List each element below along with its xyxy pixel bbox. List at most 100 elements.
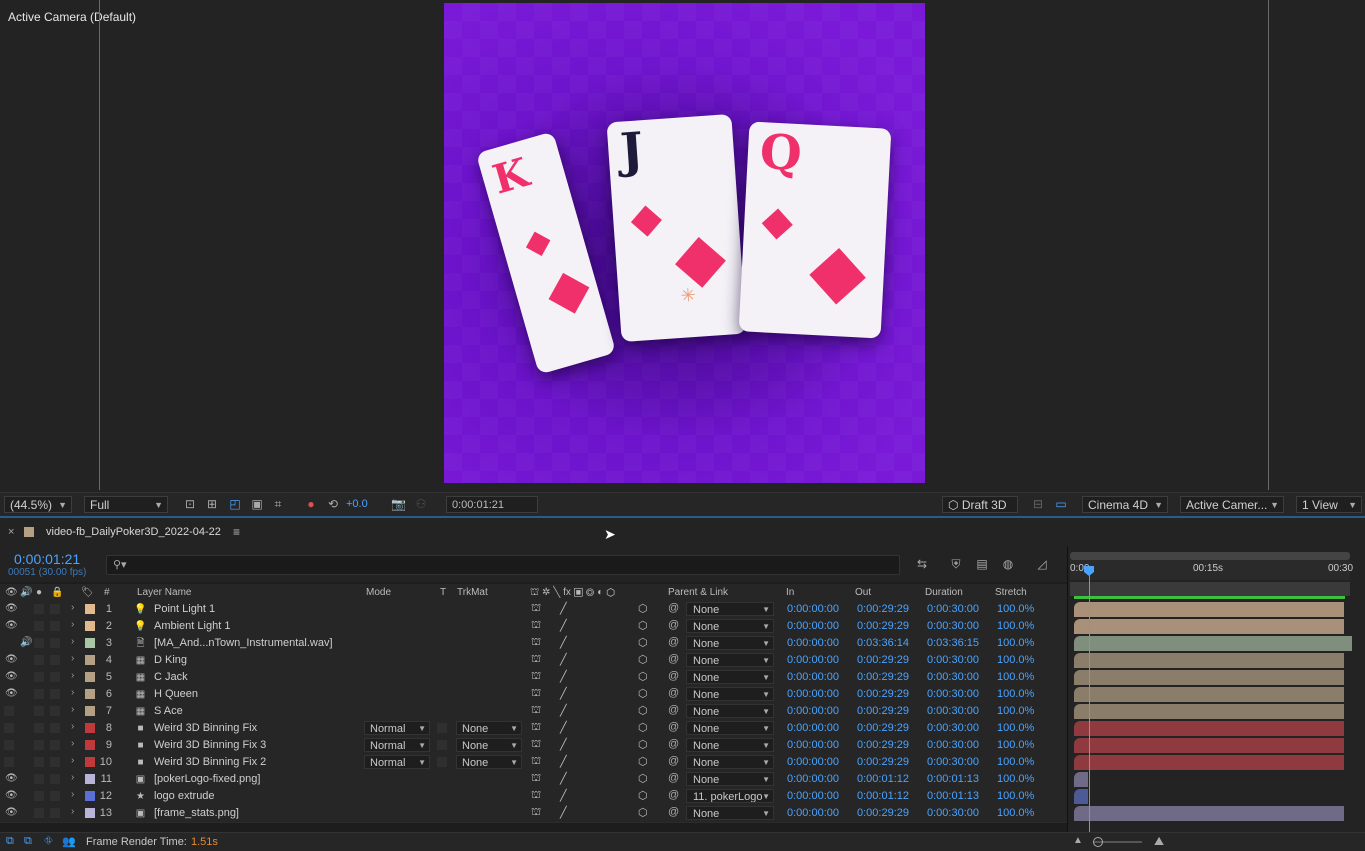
duration-value[interactable]: 0:00:30:00 bbox=[927, 705, 979, 717]
in-point[interactable]: 0:00:00:00 bbox=[787, 773, 839, 785]
graph-editor-icon[interactable]: ◿ bbox=[1035, 557, 1049, 571]
out-point[interactable]: 0:00:29:29 bbox=[857, 722, 909, 734]
3d-layer-switch-icon[interactable]: ⬡ bbox=[638, 670, 648, 683]
parent-dropdown[interactable]: None ▼ bbox=[686, 704, 774, 718]
expand-chevron-icon[interactable]: › bbox=[71, 772, 74, 783]
3d-layer-switch-icon[interactable]: ⬡ bbox=[638, 755, 648, 768]
label-color-swatch[interactable] bbox=[85, 791, 95, 801]
renderer-dropdown[interactable]: Cinema 4D ▼ bbox=[1082, 496, 1168, 513]
solo-toggle[interactable] bbox=[34, 723, 44, 733]
parent-dropdown[interactable]: None ▼ bbox=[686, 738, 774, 752]
quality-switch-icon[interactable]: ╱ bbox=[560, 806, 567, 819]
out-point[interactable]: 0:00:29:29 bbox=[857, 705, 909, 717]
region-of-interest-icon[interactable]: ▣ bbox=[250, 497, 264, 511]
layer-name[interactable]: Weird 3D Binning Fix 3 bbox=[154, 739, 266, 751]
layer-name[interactable]: Point Light 1 bbox=[154, 603, 215, 615]
in-point[interactable]: 0:00:00:00 bbox=[787, 688, 839, 700]
layer-name[interactable]: H Queen bbox=[154, 688, 198, 700]
layer-name[interactable]: Weird 3D Binning Fix bbox=[154, 722, 257, 734]
layer-row[interactable]: 👁 › 4 ▦ D King ⛫ ╱ ⬡ @ None ▼ 0:00:00:00 0:00:29:29 0… bbox=[0, 652, 1067, 670]
eye-icon[interactable]: 👁 bbox=[5, 671, 18, 682]
in-point[interactable]: 0:00:00:00 bbox=[787, 671, 839, 683]
duration-value[interactable]: 0:00:01:13 bbox=[927, 790, 979, 802]
lock-toggle[interactable] bbox=[50, 621, 60, 631]
layer-row[interactable]: › 9 ■ Weird 3D Binning Fix 3 Normal ▼ None ▼ ⛫ ╱ ⬡… bbox=[0, 737, 1067, 755]
duration-value[interactable]: 0:00:30:00 bbox=[927, 654, 979, 666]
lock-toggle[interactable] bbox=[50, 740, 60, 750]
fast-preview-icon[interactable]: ⊡ bbox=[183, 497, 197, 511]
preserve-transparency-toggle[interactable] bbox=[437, 740, 447, 750]
label-color-swatch[interactable] bbox=[85, 672, 95, 682]
switches-icons[interactable]: ⛫ ✲ ╲ fx ▣ ◎ ◐ ⬡ bbox=[530, 587, 615, 600]
quality-switch-icon[interactable]: ╱ bbox=[560, 687, 567, 700]
blend-mode-dropdown[interactable]: Normal ▼ bbox=[364, 721, 430, 735]
layer-search-input[interactable]: ⚲▾ bbox=[106, 555, 900, 575]
reset-exposure-icon[interactable]: ⟲ bbox=[326, 497, 340, 511]
zoom-in-icon[interactable]: ⛰ bbox=[1154, 834, 1164, 849]
out-point[interactable]: 0:00:29:29 bbox=[857, 688, 909, 700]
layer-name[interactable]: [pokerLogo-fixed.png] bbox=[154, 773, 260, 785]
out-point[interactable]: 0:00:29:29 bbox=[857, 739, 909, 751]
parent-dropdown[interactable]: 11. pokerLogo ▼ bbox=[686, 789, 774, 803]
in-point[interactable]: 0:00:00:00 bbox=[787, 807, 839, 819]
column-out[interactable]: Out bbox=[855, 587, 871, 598]
video-toggle[interactable] bbox=[4, 740, 14, 750]
layer-duration-bar[interactable] bbox=[1074, 670, 1344, 685]
in-point[interactable]: 0:00:00:00 bbox=[787, 654, 839, 666]
show-snapshot-icon[interactable]: ⚇ bbox=[414, 497, 428, 511]
resolution-dropdown[interactable]: Full ▼ bbox=[84, 496, 168, 513]
grid-guides-icon[interactable]: ⌗ bbox=[271, 497, 285, 511]
shy-switch-icon[interactable]: ⛫ bbox=[531, 704, 541, 718]
pick-whip-icon[interactable]: @ bbox=[668, 789, 679, 801]
label-color-swatch[interactable] bbox=[85, 638, 95, 648]
3d-layer-switch-icon[interactable]: ⬡ bbox=[638, 653, 648, 666]
3d-layer-switch-icon[interactable]: ⬡ bbox=[638, 619, 648, 632]
solo-toggle[interactable] bbox=[34, 808, 44, 818]
out-point[interactable]: 0:03:36:14 bbox=[857, 637, 909, 649]
camera-view-dropdown[interactable]: Active Camer... ▼ bbox=[1180, 496, 1284, 513]
parent-dropdown[interactable]: None ▼ bbox=[686, 772, 774, 786]
light-gizmo-icon[interactable]: ✳ bbox=[680, 285, 697, 307]
composition-viewer[interactable]: Active Camera (Default) K J ✳ Q bbox=[0, 0, 1365, 492]
3d-layer-switch-icon[interactable]: ⬡ bbox=[638, 704, 648, 717]
column-num[interactable]: # bbox=[104, 587, 110, 598]
label-color-swatch[interactable] bbox=[85, 706, 95, 716]
3d-layer-switch-icon[interactable]: ⬡ bbox=[638, 721, 648, 734]
work-area-navigator[interactable] bbox=[1070, 552, 1350, 560]
in-point[interactable]: 0:00:00:00 bbox=[787, 620, 839, 632]
layer-row[interactable]: 🔊 › 3 🗎 [MA_And...nTown_Instrumental.wav] ⛫ ╱ ⬡… bbox=[0, 635, 1067, 653]
solo-toggle[interactable] bbox=[34, 672, 44, 682]
quality-switch-icon[interactable]: ╱ bbox=[560, 772, 567, 785]
lock-toggle[interactable] bbox=[50, 791, 60, 801]
zoom-slider-handle[interactable] bbox=[1093, 837, 1103, 847]
parent-dropdown[interactable]: None ▼ bbox=[686, 721, 774, 735]
frame-blending-icon[interactable]: ◍ bbox=[1001, 557, 1015, 571]
quality-switch-icon[interactable]: ╱ bbox=[560, 704, 567, 717]
layer-switches-toggle-icon[interactable]: ⧉ bbox=[6, 835, 14, 848]
3d-layer-switch-icon[interactable]: ⬡ bbox=[638, 687, 648, 700]
shy-switch-icon[interactable]: ⛫ bbox=[531, 789, 541, 803]
stretch-value[interactable]: 100.0% bbox=[997, 773, 1034, 785]
stretch-value[interactable]: 100.0% bbox=[997, 688, 1034, 700]
shy-switch-icon[interactable]: ⛫ bbox=[531, 619, 541, 633]
blend-mode-dropdown[interactable]: Normal ▼ bbox=[364, 738, 430, 752]
pick-whip-icon[interactable]: @ bbox=[668, 602, 679, 614]
3d-layer-switch-icon[interactable]: ⬡ bbox=[638, 772, 648, 785]
quality-switch-icon[interactable]: ╱ bbox=[560, 670, 567, 683]
shy-switch-icon[interactable]: ⛫ bbox=[531, 806, 541, 820]
quality-switch-icon[interactable]: ╱ bbox=[560, 653, 567, 666]
stretch-value[interactable]: 100.0% bbox=[997, 654, 1034, 666]
solo-toggle[interactable] bbox=[34, 689, 44, 699]
track-matte-dropdown[interactable]: None ▼ bbox=[456, 721, 522, 735]
stretch-value[interactable]: 100.0% bbox=[997, 756, 1034, 768]
duration-value[interactable]: 0:00:30:00 bbox=[927, 807, 979, 819]
current-timecode[interactable]: 0:00:01:21 bbox=[14, 551, 80, 567]
time-ruler[interactable]: 0:00 00:15s 00:30 bbox=[1070, 560, 1353, 580]
render-time-icon[interactable]: 👥 bbox=[62, 835, 76, 848]
out-point[interactable]: 0:00:29:29 bbox=[857, 620, 909, 632]
lock-toggle[interactable] bbox=[50, 604, 60, 614]
expand-chevron-icon[interactable]: › bbox=[71, 653, 74, 664]
stretch-value[interactable]: 100.0% bbox=[997, 739, 1034, 751]
transparency-grid-icon[interactable]: ⊞ bbox=[205, 497, 219, 511]
parent-dropdown[interactable]: None ▼ bbox=[686, 602, 774, 616]
